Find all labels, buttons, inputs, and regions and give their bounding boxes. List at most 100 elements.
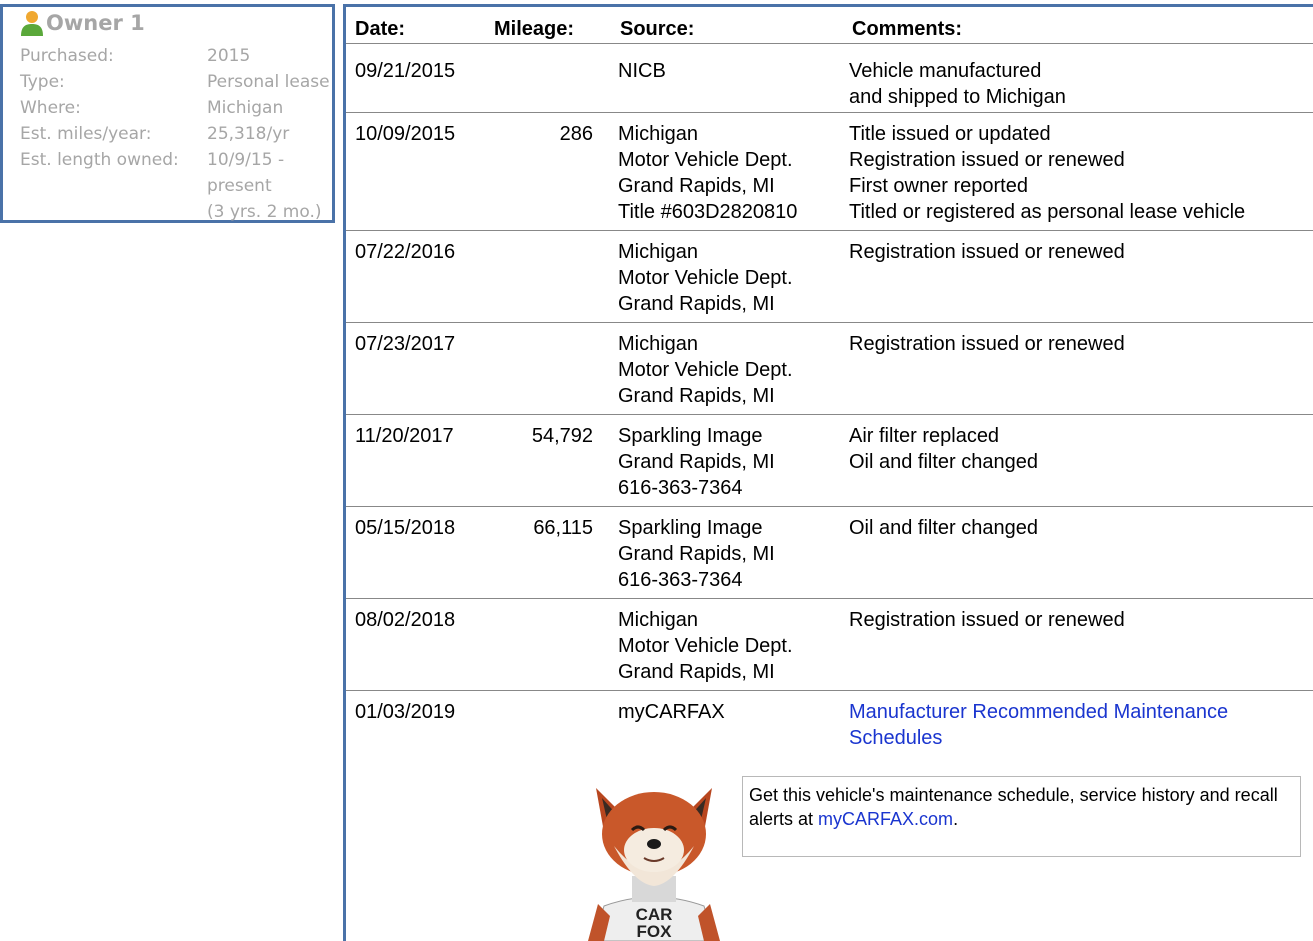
owner-field-label: Where: (20, 98, 81, 118)
row-date: 08/02/2018 (355, 609, 456, 631)
row-mileage: 286 (559, 123, 593, 145)
owner-field-label: Est. miles/year: (20, 124, 152, 144)
row-date: 07/23/2017 (355, 333, 456, 355)
row-comments: Air filter replaced Oil and filter change… (849, 423, 1038, 475)
row-comment-line: Titled or registered as personal lease v… (849, 201, 1246, 223)
row-date: 09/21/2015 (355, 60, 456, 82)
header-comments: Comments: (852, 18, 963, 40)
row-source: Michigan Motor Vehicle Dept. Grand Rapids,… (618, 331, 793, 409)
row-source-line: Grand Rapids, MI (618, 175, 775, 197)
owner-field-value-line: 2015 (207, 46, 251, 66)
row-comments: Registration issued or renewed (849, 607, 1125, 633)
row-date: 01/03/2019 (355, 701, 456, 723)
owner-field-value-line: (3 yrs. 2 mo.) (207, 202, 322, 222)
row-comment-line: First owner reported (849, 175, 1028, 197)
table-row: 10/09/2015 286 Michigan Motor Vehicle Dept.… (346, 113, 1313, 231)
row-source: Michigan Motor Vehicle Dept. Grand Rapids,… (618, 121, 797, 225)
owner-summary-panel: Owner 1 Purchased: 2015 Type: Personal leas… (0, 4, 335, 223)
row-comments: Oil and filter changed (849, 515, 1038, 541)
row-source: Michigan Motor Vehicle Dept. Grand Rapids,… (618, 607, 793, 685)
row-source-line: NICB (618, 60, 666, 82)
row-comment-line: Oil and filter changed (849, 517, 1039, 539)
table-row: 09/21/2015 NICB Vehicle manufactured and sh… (346, 50, 1313, 113)
owner-header: Owner 1 (20, 9, 145, 37)
mycarfax-promo-box: Get this vehicle's maintenance schedule,… (742, 776, 1301, 857)
table-row: 08/02/2018 Michigan Motor Vehicle Dept. Gra… (346, 599, 1313, 691)
owner-field-value-line: Personal lease (207, 72, 330, 92)
row-source: NICB (618, 58, 666, 84)
row-comment-line: Registration issued or renewed (849, 333, 1125, 355)
owner-title: Owner 1 (46, 11, 145, 35)
row-mileage: 66,115 (533, 517, 593, 539)
row-comment-line: Registration issued or renewed (849, 609, 1125, 631)
row-comment-line: Registration issued or renewed (849, 149, 1125, 171)
owner-field-value-line: Michigan (207, 98, 284, 118)
row-source-line: Grand Rapids, MI (618, 385, 775, 407)
row-source: Sparkling Image Grand Rapids, MI 616-363-7… (618, 515, 775, 593)
owner-field-value: 10/9/15 - present (3 yrs. 2 mo.) (207, 147, 321, 225)
row-comments: Registration issued or renewed (849, 239, 1125, 265)
owner-field-value: Personal lease (207, 69, 330, 95)
carfox-mascot-image: CAR FOX (588, 788, 720, 941)
row-source-line: 616-363-7364 (618, 569, 743, 591)
row-comment-line[interactable]: Manufacturer Recommended Maintenance (849, 699, 1228, 725)
row-comments: Title issued or updated Registration issu… (849, 121, 1245, 225)
row-comment-line: Registration issued or renewed (849, 241, 1125, 263)
owner-field-row: Type: Personal lease (20, 69, 335, 95)
table-header-row: Date: Mileage: Source: Comments: (346, 7, 1313, 44)
row-source: Sparkling Image Grand Rapids, MI 616-363-7… (618, 423, 775, 501)
owner-field-label: Est. length owned: (20, 150, 179, 170)
shirt-text-fox: FOX (637, 922, 673, 941)
owner-field-label: Type: (20, 72, 65, 92)
row-source-line: myCARFAX (618, 701, 725, 723)
row-source-line: Motor Vehicle Dept. (618, 149, 793, 171)
mycarfax-link[interactable]: myCARFAX.com (818, 809, 953, 829)
row-source-line: Grand Rapids, MI (618, 451, 775, 473)
row-source-line: Michigan (618, 609, 699, 631)
owner-field-row: Where: Michigan (20, 95, 335, 121)
promo-suffix: . (953, 809, 959, 829)
row-date: 10/09/2015 (355, 123, 456, 145)
row-source-line: Title #603D2820810 (618, 201, 798, 223)
row-date: 05/15/2018 (355, 517, 456, 539)
table-row: 07/23/2017 Michigan Motor Vehicle Dept. Gra… (346, 323, 1313, 415)
table-row: 07/22/2016 Michigan Motor Vehicle Dept. Gra… (346, 231, 1313, 323)
owner-field-value-line: 10/9/15 - (207, 150, 285, 170)
row-source-line: Michigan (618, 123, 699, 145)
owner-field-value: 25,318/yr (207, 121, 289, 147)
table-row: 05/15/2018 66,115 Sparkling Image Grand Rap… (346, 507, 1313, 599)
row-source: myCARFAX (618, 699, 725, 725)
header-mileage: Mileage: (494, 18, 575, 40)
row-comment-line: Title issued or updated (849, 123, 1051, 145)
row-source-line: Michigan (618, 241, 699, 263)
row-source-line: Michigan (618, 333, 699, 355)
row-comment-line: and shipped to Michigan (849, 86, 1066, 108)
row-mileage: 54,792 (531, 425, 593, 447)
owner-field-label: Purchased: (20, 46, 114, 66)
row-comment-line: Vehicle manufactured (849, 60, 1042, 82)
person-icon (21, 11, 43, 36)
owner-field-value-line: present (207, 176, 272, 196)
row-source-line: Motor Vehicle Dept. (618, 267, 793, 289)
owner-field-value-line: 25,318/yr (207, 124, 290, 144)
owner-field-value: Michigan (207, 95, 283, 121)
row-comment-line: Oil and filter changed (849, 451, 1039, 473)
row-source: Michigan Motor Vehicle Dept. Grand Rapids,… (618, 239, 793, 317)
row-source-line: 616-363-7364 (618, 477, 743, 499)
owner-field-row: Purchased: 2015 (20, 43, 335, 69)
row-comment-line: Air filter replaced (849, 425, 1000, 447)
row-source-line: Sparkling Image (618, 425, 763, 447)
owner-field-row: Est. length owned: 10/9/15 - present (3 yrs… (20, 147, 335, 222)
row-comments: Vehicle manufactured and shipped to Michi… (849, 58, 1066, 110)
header-date: Date: (355, 18, 406, 40)
row-source-line: Grand Rapids, MI (618, 293, 775, 315)
row-date: 11/20/2017 (355, 425, 454, 447)
table-row: 11/20/2017 54,792 Sparkling Image Grand Rap… (346, 415, 1313, 507)
row-comment-line[interactable]: Schedules (849, 725, 1228, 751)
row-source-line: Motor Vehicle Dept. (618, 359, 793, 381)
header-source: Source: (620, 18, 695, 40)
maintenance-schedule-link[interactable]: Manufacturer Recommended Maintenance Sche… (849, 699, 1228, 751)
owner-field-value: 2015 (207, 43, 250, 69)
row-source-line: Grand Rapids, MI (618, 661, 775, 683)
row-source-line: Motor Vehicle Dept. (618, 635, 793, 657)
